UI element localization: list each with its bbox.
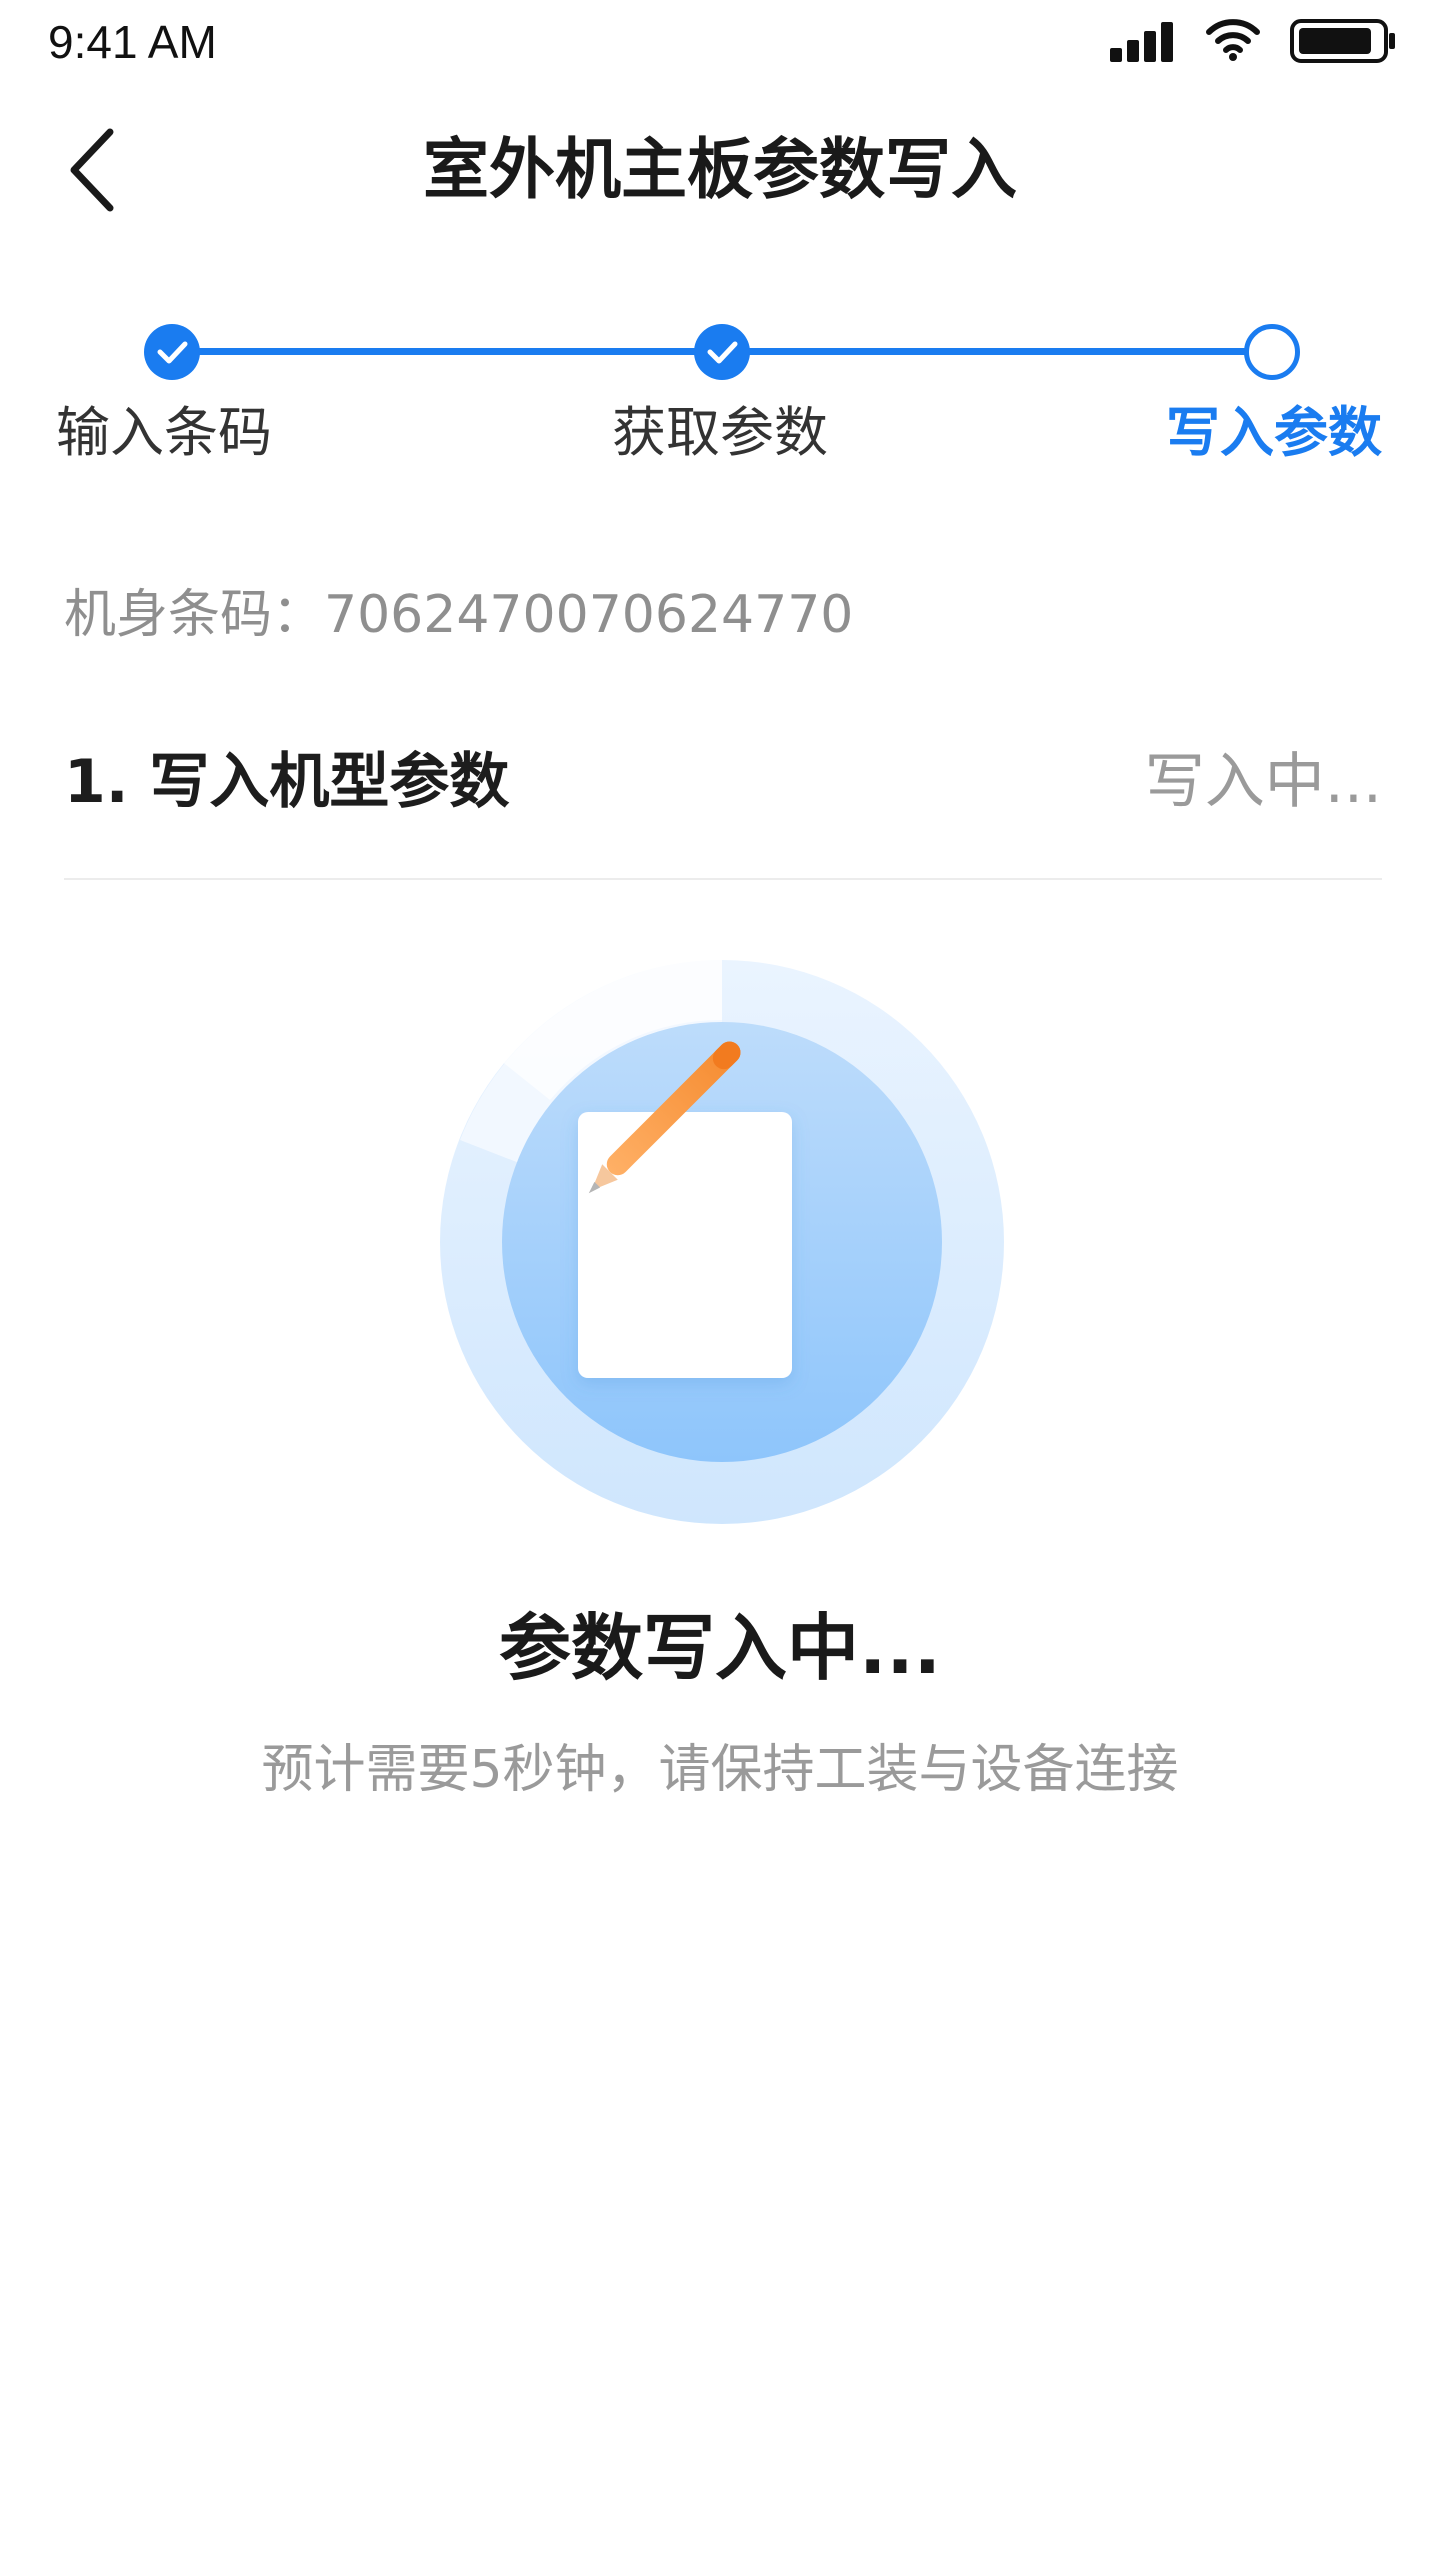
step-label-write-params: 写入参数: [1166, 401, 1382, 464]
check-icon: [707, 341, 738, 364]
step-done-indicator: [694, 324, 750, 380]
step-connector: [722, 348, 1272, 355]
step-label-get-params: 获取参数: [612, 401, 828, 464]
progress-stepper: 输入条码 获取参数 写入参数: [0, 310, 1440, 480]
wifi-icon: [1205, 18, 1261, 66]
barcode-label: 机身条码：: [64, 585, 325, 645]
step-connector: [172, 348, 726, 355]
task-row: 1. 写入机型参数 写入中...: [64, 740, 1382, 880]
writing-illustration: [440, 959, 1004, 1524]
battery-icon: [1290, 18, 1398, 68]
task-status: 写入中...: [1144, 747, 1382, 817]
page-title: 室外机主板参数写入: [423, 131, 1017, 208]
barcode-row: 机身条码：7062470070624770: [64, 580, 853, 650]
step-label-input-barcode: 输入条码: [56, 401, 272, 464]
signal-icon: [1108, 20, 1180, 66]
status-time: 9:41 AM: [48, 16, 217, 68]
document-pen-icon: [440, 959, 1004, 1524]
step-current-indicator: [1244, 324, 1300, 380]
status-bar: 9:41 AM: [0, 0, 1440, 84]
progress-title: 参数写入中...: [498, 1606, 942, 1690]
task-title: 1. 写入机型参数: [64, 747, 510, 817]
barcode-value: 7062470070624770: [324, 585, 854, 645]
step-done-indicator: [144, 324, 200, 380]
check-icon: [157, 341, 188, 364]
progress-hint: 预计需要5秒钟，请保持工装与设备连接: [261, 1740, 1179, 1800]
